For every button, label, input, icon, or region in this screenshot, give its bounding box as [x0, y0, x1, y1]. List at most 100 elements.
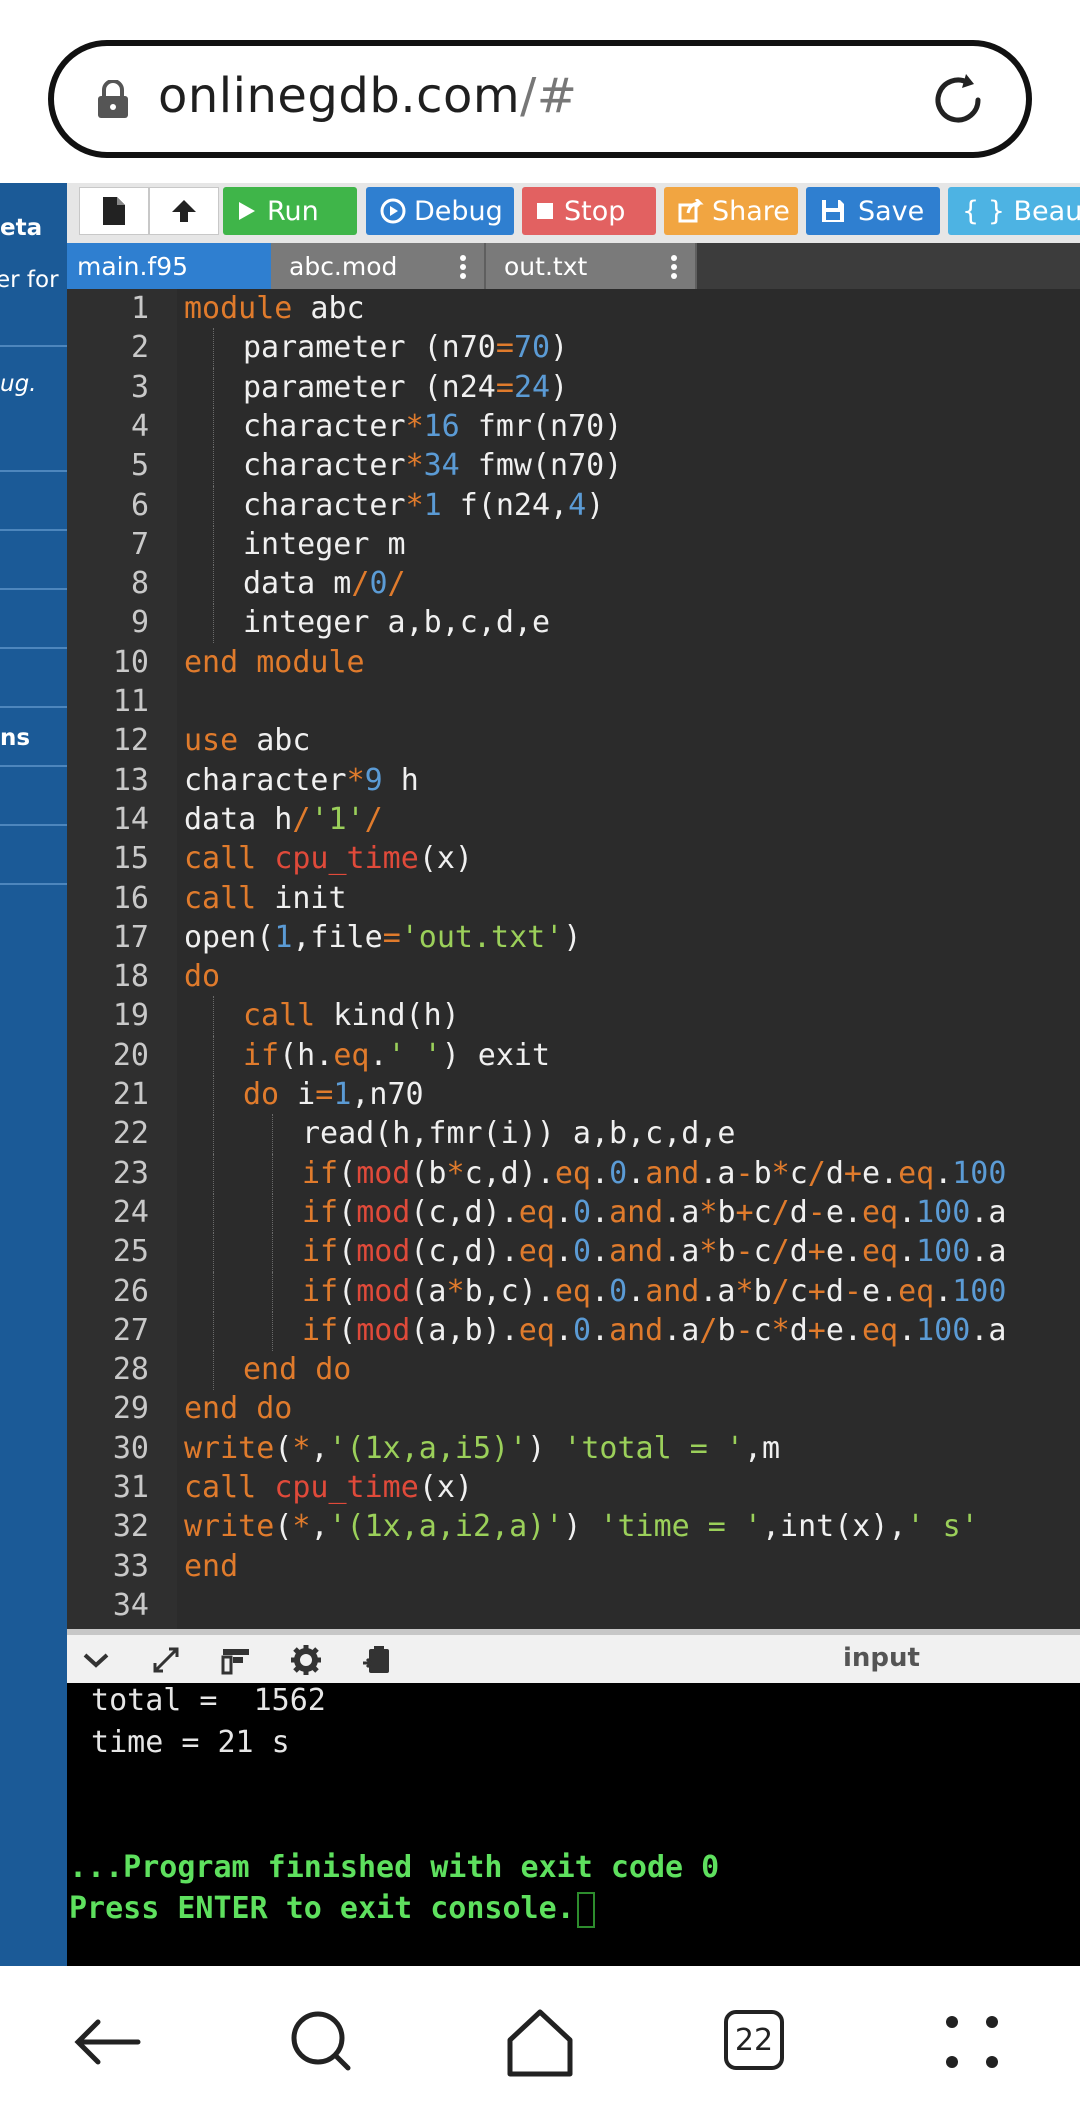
code-line[interactable]: 18 do	[67, 957, 1080, 996]
code-line[interactable]: 32 write(*,'(1x,a,i2,a)') 'time = ',int(x…	[67, 1507, 1080, 1546]
search-icon[interactable]	[282, 2002, 362, 2082]
code-line[interactable]: 1 module abc	[67, 289, 1080, 328]
code-line[interactable]: 6 character*1 f(n24,4)	[67, 485, 1080, 526]
input-label[interactable]: input	[843, 1643, 920, 1673]
code-token: 100	[916, 1194, 971, 1230]
code-line[interactable]: 27 if(mod(a,b).eq.0.and.a/b-c*d+e.eq.100.…	[67, 1310, 1080, 1351]
code-line[interactable]: 9 integer a,b,c,d,e	[67, 603, 1080, 644]
sidebar-text-4[interactable]: ns	[0, 725, 30, 751]
tab-abc-mod[interactable]: abc.mod	[271, 243, 486, 289]
url-text[interactable]: onlinegdb.com/#	[158, 68, 577, 124]
code-token: +	[735, 1194, 754, 1230]
code-line[interactable]: 13 character*9 h	[67, 761, 1080, 800]
code-line[interactable]: 19 call kind(h)	[67, 996, 1080, 1037]
code-token: cpu_time	[274, 1470, 419, 1505]
code-token: =	[495, 369, 514, 405]
line-number: 15	[112, 841, 149, 877]
code-token: character	[243, 487, 406, 523]
code-token: ,file	[292, 919, 383, 955]
sidebar-divider	[0, 529, 67, 531]
code-line[interactable]: 20 if(h.eq.' ') exit	[67, 1035, 1080, 1076]
tab-out-txt[interactable]: out.txt	[486, 243, 697, 289]
code-line[interactable]: 14 data h/'1'/	[67, 800, 1080, 839]
code-token: eq	[898, 1155, 935, 1191]
code-line[interactable]: 2 parameter (n70=70)	[67, 328, 1080, 369]
line-number: 34	[112, 1587, 149, 1623]
code-line[interactable]: 25 if(mod(c,d).eq.0.and.a*b-c/d+e.eq.100.…	[67, 1232, 1080, 1273]
gear-icon[interactable]	[289, 1643, 323, 1677]
address-bar[interactable]: onlinegdb.com/#	[48, 40, 1032, 158]
code-line[interactable]: 33 end	[67, 1547, 1080, 1586]
code-token: init	[256, 880, 347, 916]
code-token: eq	[333, 1037, 370, 1073]
code-token: .a	[663, 1312, 700, 1348]
code-text: data h/'1'/	[184, 800, 383, 839]
new-file-button[interactable]	[79, 187, 149, 235]
code-text: if(mod(a*b,c).eq.0.and.a*b/c+d-e.eq.100	[302, 1272, 1006, 1311]
code-line[interactable]: 24 if(mod(c,d).eq.0.and.a*b+c/d-e.eq.100.…	[67, 1192, 1080, 1233]
more-vertical-icon[interactable]	[460, 255, 466, 279]
code-line[interactable]: 16 call init	[67, 879, 1080, 918]
tab-main-f95[interactable]: main.f95	[67, 243, 271, 289]
layout-icon[interactable]	[219, 1643, 253, 1677]
code-line[interactable]: 4 character*16 fmr(n70)	[67, 406, 1080, 447]
code-token: .	[898, 1234, 917, 1270]
code-text: do i=1,n70	[243, 1075, 424, 1114]
code-line[interactable]: 21 do i=1,n70	[67, 1075, 1080, 1115]
code-token: mod	[356, 1312, 411, 1348]
share-button[interactable]: Share	[664, 187, 798, 235]
more-grid-icon[interactable]	[932, 2002, 1012, 2082]
stop-button[interactable]: Stop	[522, 187, 656, 235]
indent-guide	[213, 1075, 214, 1115]
code-line[interactable]: 26 if(mod(a*b,c).eq.0.and.a*b/c+d-e.eq.10…	[67, 1271, 1080, 1312]
code-line[interactable]: 34	[67, 1586, 1080, 1625]
code-editor[interactable]: 1 module abc 2 parameter (n70=70) 3 parameter…	[67, 289, 1080, 1629]
code-line[interactable]: 10 end module	[67, 643, 1080, 682]
code-token: (	[338, 1155, 357, 1191]
code-token: -	[735, 1234, 754, 1270]
code-line[interactable]: 5 character*34 fmw(n70)	[67, 446, 1080, 487]
reload-icon[interactable]	[928, 70, 988, 130]
clipboard-icon[interactable]	[359, 1643, 393, 1677]
code-token: if	[243, 1037, 280, 1073]
line-number: 1	[130, 291, 149, 326]
line-number: 5	[130, 448, 149, 484]
code-token: (h.	[279, 1037, 334, 1073]
code-text: if(mod(a,b).eq.0.and.a/b-c*d+e.eq.100.a	[302, 1311, 1006, 1350]
code-line[interactable]: 22 read(h,fmr(i)) a,b,c,d,e	[67, 1114, 1080, 1155]
sidebar-divider	[0, 588, 67, 590]
run-button[interactable]: Run	[223, 187, 357, 235]
home-icon[interactable]	[500, 2002, 580, 2082]
code-token: /	[351, 566, 370, 602]
save-button[interactable]: Save	[806, 187, 940, 235]
code-line[interactable]: 30 write(*,'(1x,a,i5)') 'total = ',m	[67, 1429, 1080, 1468]
code-line[interactable]: 11	[67, 682, 1080, 721]
code-line[interactable]: 17 open(1,file='out.txt')	[67, 918, 1080, 957]
back-arrow-icon[interactable]	[68, 2002, 148, 2082]
console-output[interactable]: total = 1562 time = 21 s ...Program fini…	[67, 1683, 1080, 1966]
code-line[interactable]: 29 end do	[67, 1389, 1080, 1428]
code-line[interactable]: 3 parameter (n24=24)	[67, 367, 1080, 408]
chevron-down-icon[interactable]	[79, 1643, 113, 1677]
code-line[interactable]: 15 call cpu_time(x)	[67, 839, 1080, 878]
code-token: /	[771, 1194, 790, 1230]
code-line[interactable]: 31 call cpu_time(x)	[67, 1468, 1080, 1507]
code-token: c,d).	[464, 1155, 555, 1191]
code-line[interactable]: 23 if(mod(b*c,d).eq.0.and.a-b*c/d+e.eq.10…	[67, 1153, 1080, 1194]
expand-icon[interactable]	[149, 1643, 183, 1677]
code-token: /	[771, 1273, 790, 1309]
debug-button[interactable]: Debug	[366, 187, 514, 235]
code-line[interactable]: 8 data m/0/	[67, 564, 1080, 605]
code-line[interactable]: 12 use abc	[67, 721, 1080, 760]
code-token: if	[302, 1273, 339, 1309]
code-token: mod	[356, 1155, 411, 1191]
beautify-button[interactable]: { } Beautif	[948, 187, 1080, 235]
tabs-button[interactable]: 22	[724, 2010, 784, 2070]
code-text: call kind(h)	[243, 996, 460, 1035]
code-token: *	[446, 1273, 465, 1309]
code-line[interactable]: 7 integer m	[67, 524, 1080, 565]
more-vertical-icon[interactable]	[671, 255, 677, 279]
code-line[interactable]: 28 end do	[67, 1350, 1080, 1391]
upload-button[interactable]	[149, 187, 219, 235]
